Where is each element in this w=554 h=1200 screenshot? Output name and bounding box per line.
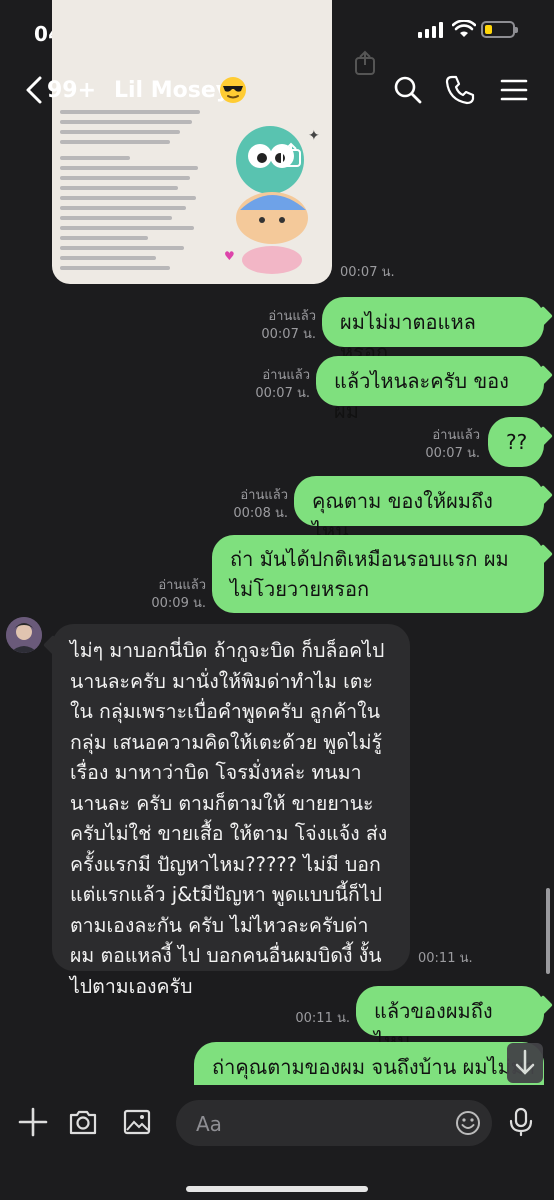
read-receipt: อ่านแล้ว 00:09 น.	[151, 578, 206, 611]
message-input-box[interactable]	[176, 1100, 492, 1148]
outgoing-message[interactable]: ถ่าคุณตามของผม จนถึงบ้าน ผมไม่มา	[194, 1042, 544, 1085]
scrollbar[interactable]	[546, 888, 550, 974]
message-input[interactable]	[194, 1100, 448, 1148]
outgoing-message[interactable]: ถ่า มันได้ปกติเหมือนรอบแรก ผมไม่โวยวายหร…	[212, 535, 544, 613]
outgoing-message[interactable]: ผมไม่มาตอแหล หรอก	[322, 297, 544, 364]
svg-text:♥: ♥	[224, 249, 235, 263]
image-icon[interactable]	[122, 1107, 152, 1137]
back-icon[interactable]	[20, 74, 48, 106]
message-time: 00:11 น.	[295, 1011, 350, 1026]
home-indicator	[186, 1186, 368, 1192]
image-message[interactable]: ✦ ♥	[52, 0, 332, 284]
outgoing-message[interactable]: แล้วของผมถึงไหน	[356, 986, 544, 1053]
plus-icon[interactable]	[18, 1107, 48, 1137]
read-receipt: อ่านแล้ว 00:08 น.	[233, 488, 288, 521]
message-time: 00:07 น.	[340, 265, 395, 280]
message-time: 00:11 น.	[418, 951, 473, 966]
avatar[interactable]	[6, 617, 42, 653]
document-photo	[60, 110, 210, 280]
read-receipt: อ่านแล้ว 00:07 น.	[261, 309, 316, 342]
menu-icon[interactable]	[498, 74, 530, 106]
chat-header: 99+ Lil Mosey	[0, 60, 554, 120]
unread-count[interactable]: 99+	[47, 78, 96, 103]
read-receipt: อ่านแล้ว 00:07 น.	[425, 428, 480, 461]
incoming-message[interactable]: ไม่ๆ มาบอกนี่บิด ถ้ากูจะบิด ก็บล็อคไป นา…	[52, 624, 410, 998]
outgoing-message[interactable]: ??	[488, 417, 544, 467]
emoji-icon[interactable]	[454, 1109, 482, 1137]
outgoing-message[interactable]: คุณตาม ของให้ผมถึงไหน	[294, 476, 544, 543]
chat-title[interactable]: Lil Mosey	[114, 78, 230, 103]
camera-icon[interactable]	[68, 1107, 98, 1137]
read-receipt: อ่านแล้ว 00:07 น.	[255, 368, 310, 401]
outgoing-message[interactable]: แล้วไหนละครับ ของผม	[316, 356, 544, 423]
sunglasses-emoji-icon	[220, 77, 246, 103]
message-list[interactable]: ✦ ♥ 00:07 น. อ่านแล้ว 00:07 น. ผมไม่มาตอแห…	[0, 0, 554, 1085]
scroll-to-bottom-button[interactable]	[507, 1043, 543, 1083]
svg-text:✦: ✦	[308, 128, 320, 144]
phone-icon[interactable]	[444, 74, 476, 106]
cartoon-sticker: ✦♥	[224, 126, 320, 274]
microphone-icon[interactable]	[506, 1107, 536, 1137]
share-icon[interactable]	[278, 142, 304, 168]
message-composer	[0, 1085, 554, 1200]
arrow-down-icon	[515, 1049, 535, 1075]
search-icon[interactable]	[392, 74, 424, 106]
